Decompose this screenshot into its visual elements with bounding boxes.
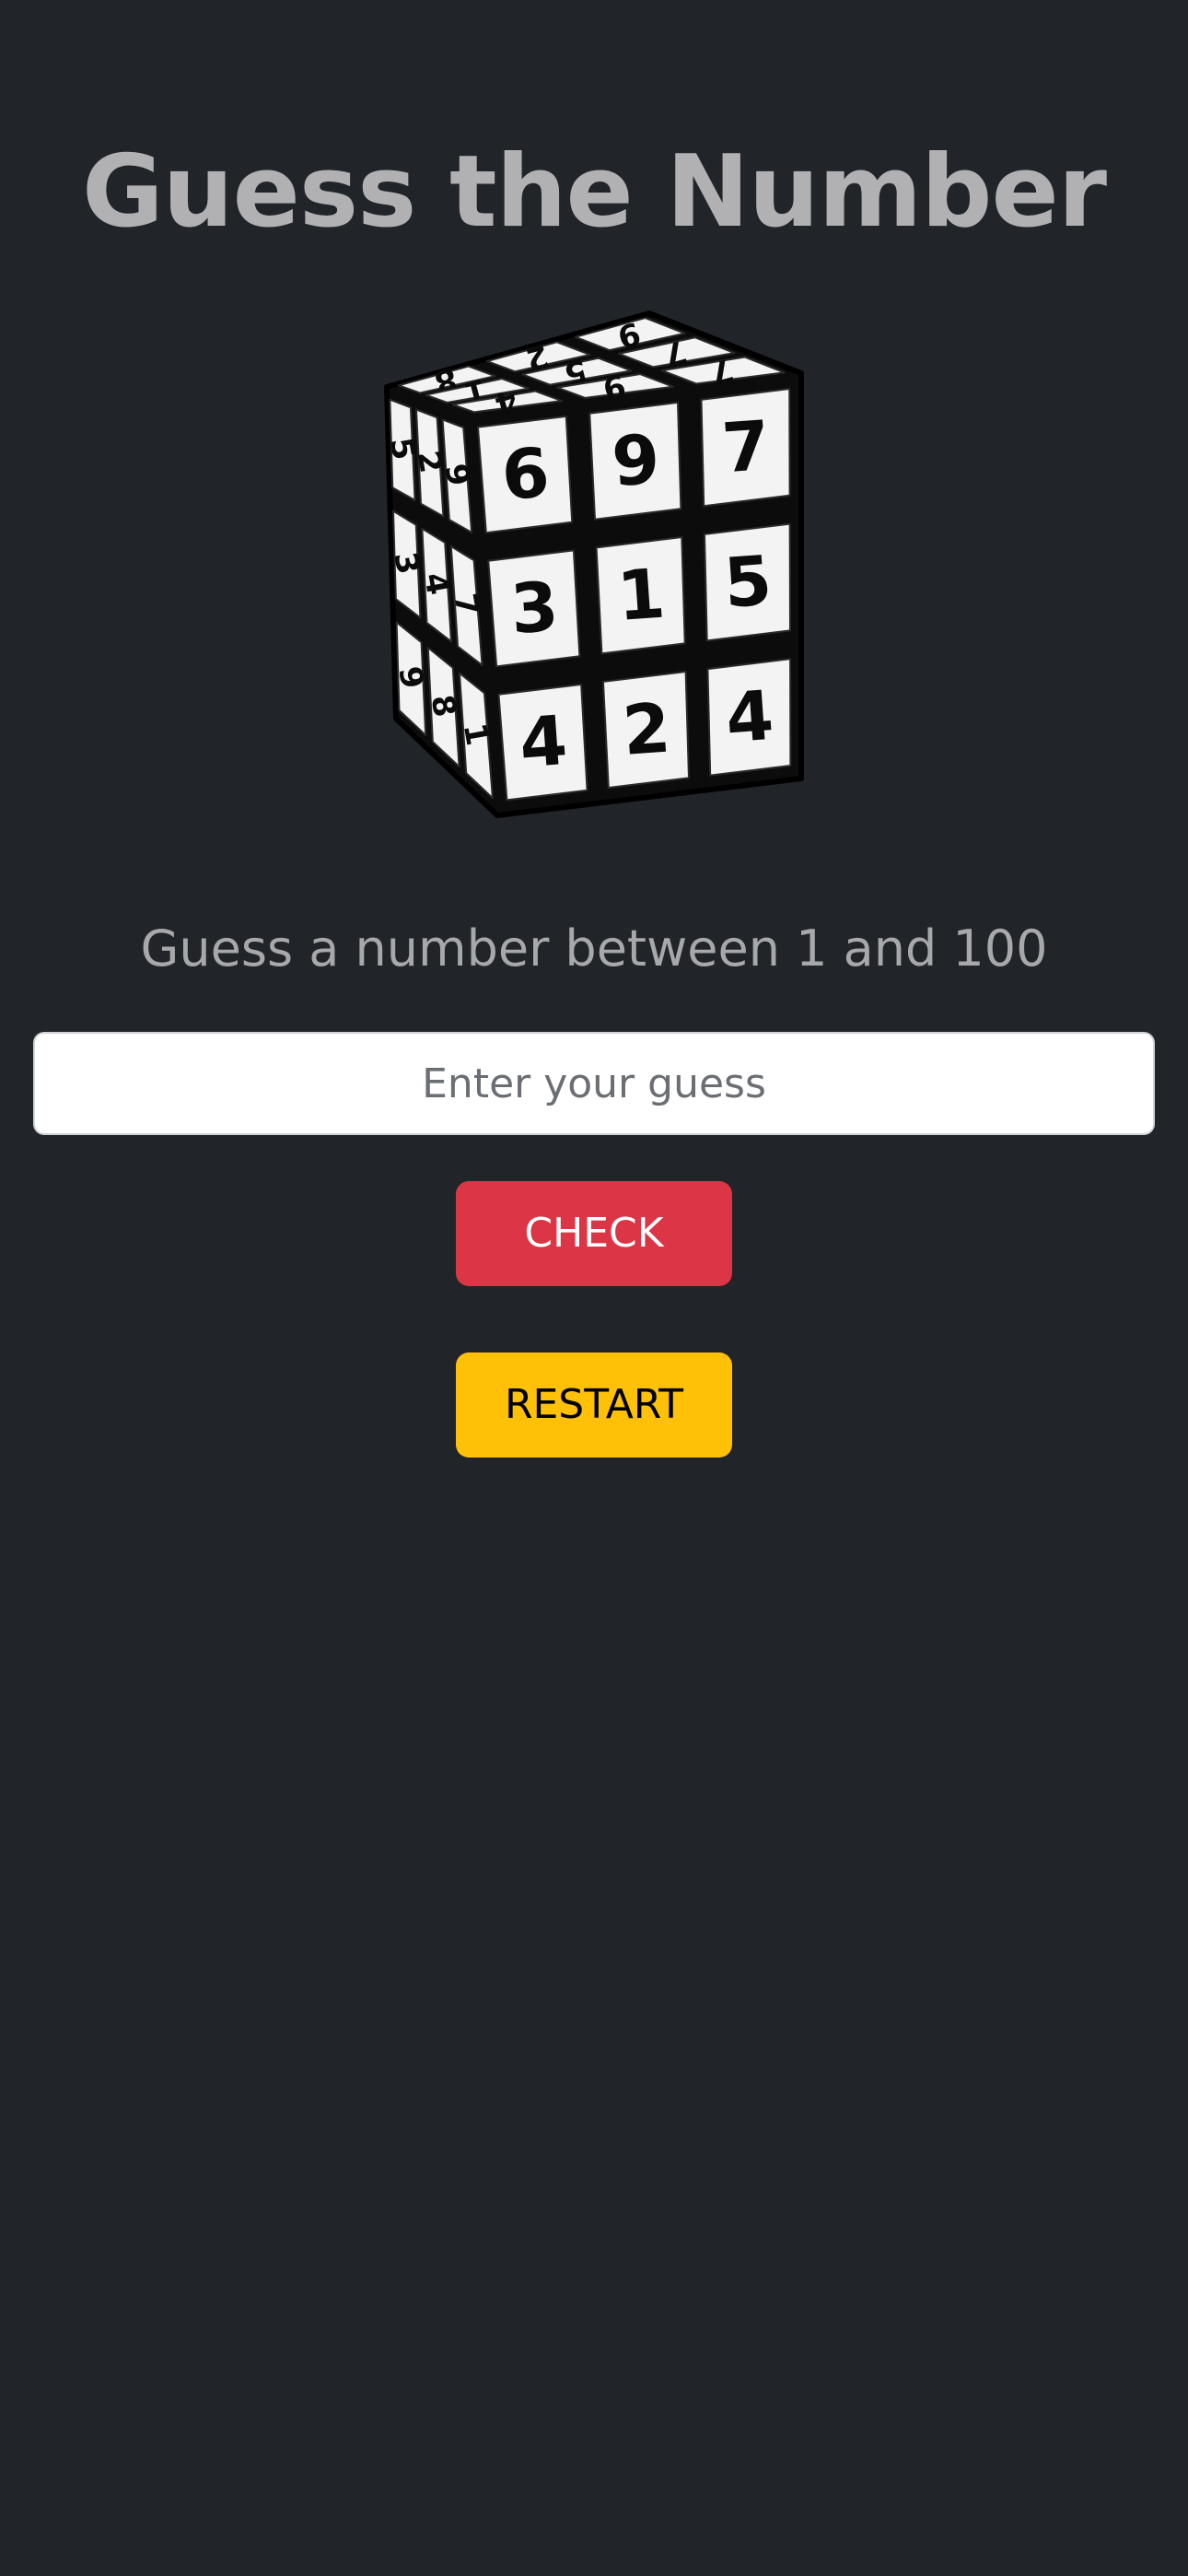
page-title: Guess the Number xyxy=(82,135,1107,250)
check-button[interactable]: CHECK xyxy=(456,1181,732,1286)
cube-front-digit: 6 xyxy=(499,433,552,515)
cube-front-digit: 2 xyxy=(620,688,672,770)
cube-front-digit: 1 xyxy=(615,555,668,637)
cube-front-digit: 5 xyxy=(721,541,774,623)
cube-front-digit: 9 xyxy=(610,420,662,502)
guess-input[interactable] xyxy=(33,1032,1155,1135)
restart-button[interactable]: RESTART xyxy=(456,1352,732,1458)
cube-front-digit: 4 xyxy=(517,701,569,783)
cube-front-digit: 7 xyxy=(719,406,772,488)
cube-front-digit: 3 xyxy=(508,568,561,650)
rubiks-cube-icon: 8291 5 74 9 75293479816 9 73 1 54 2 4 xyxy=(382,310,804,818)
sudoku-cube-image: 829157497529347981697315424 xyxy=(368,299,820,829)
game-prompt: Guess a number between 1 and 100 xyxy=(140,919,1048,978)
cube-front-digit: 4 xyxy=(723,676,775,758)
